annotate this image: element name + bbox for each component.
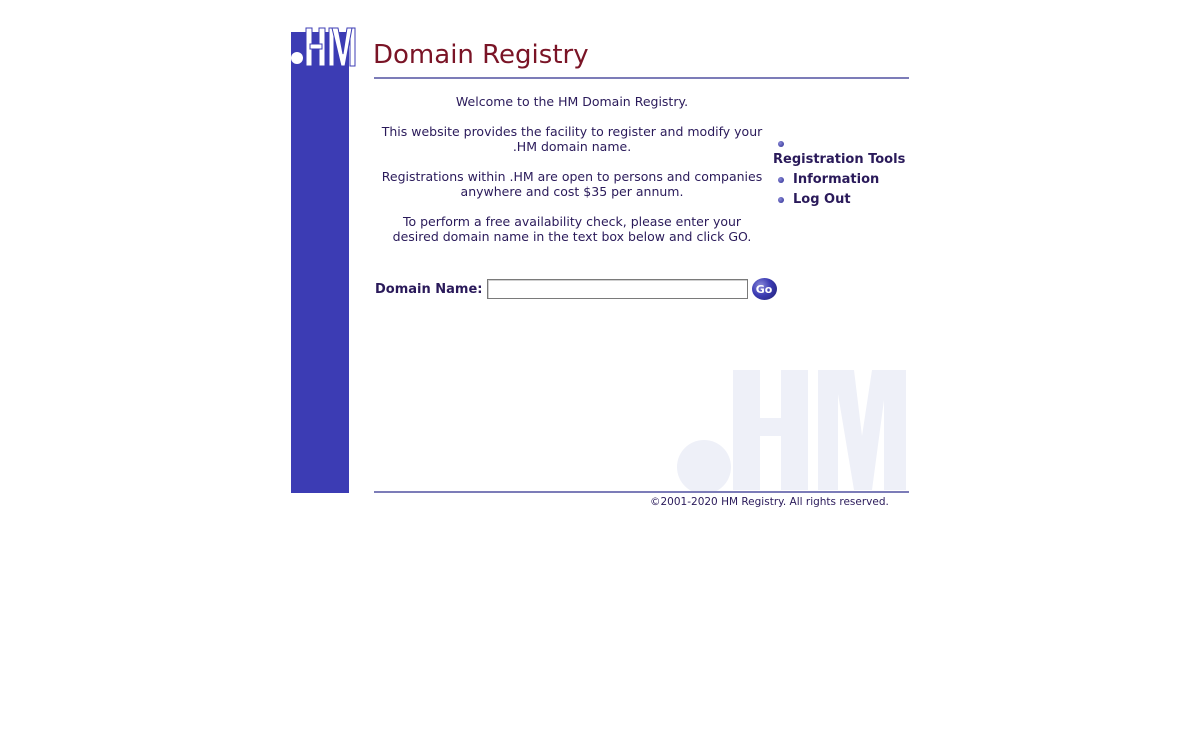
go-button-label: Go xyxy=(755,282,773,296)
bullet-icon xyxy=(778,196,784,203)
page-title: Domain Registry xyxy=(373,40,589,70)
title-divider xyxy=(374,77,909,79)
nav-item-information[interactable]: Information xyxy=(778,172,879,187)
welcome-text: Welcome to the HM Domain Registry. xyxy=(455,94,689,109)
intro-text: Welcome to the HM Domain Registry. This … xyxy=(378,94,766,259)
hm-watermark xyxy=(677,370,906,492)
hm-logo xyxy=(291,27,356,67)
go-button[interactable]: Go xyxy=(751,278,777,300)
copyright-text: ©2001-2020 HM Registry. All rights reser… xyxy=(650,496,889,508)
domain-name-input[interactable] xyxy=(486,279,748,299)
nav-item-label: Information xyxy=(793,172,880,187)
facility-text: This website provides the facility to re… xyxy=(381,124,763,154)
nav-item-label: Log Out xyxy=(793,192,851,207)
registrations-text: Registrations within .HM are open to per… xyxy=(381,169,763,199)
domain-name-label: Domain Name: xyxy=(375,281,483,297)
availability-text: To perform a free availability check, pl… xyxy=(392,214,752,244)
sidebar-bar xyxy=(291,32,349,493)
nav-heading: Registration Tools xyxy=(773,152,906,167)
bullet-icon xyxy=(778,141,784,147)
bullet-icon xyxy=(778,176,784,183)
footer-divider xyxy=(374,491,909,493)
domain-search-form: Domain Name: Go xyxy=(375,278,777,300)
nav-item-log-out[interactable]: Log Out xyxy=(778,192,851,207)
